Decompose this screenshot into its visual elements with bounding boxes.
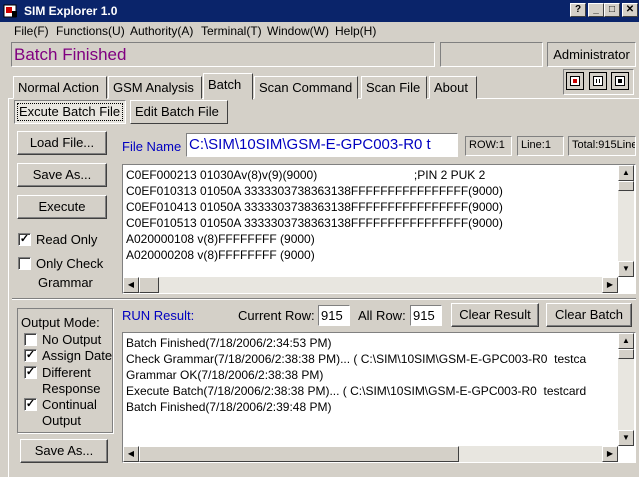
status-user: Administrator xyxy=(547,42,636,67)
tab-scan-file[interactable]: Scan File xyxy=(361,76,427,99)
no-output-label: No Output xyxy=(42,332,102,347)
current-row-field: 915 xyxy=(318,305,350,326)
run-result-label: RUN Result: xyxy=(122,308,195,323)
scroll-down-arrow-icon[interactable]: ▼ xyxy=(618,430,634,446)
menu-bar: File(F) Functions(U) Authority(A) Termin… xyxy=(0,22,639,41)
row-indicator: ROW:1 xyxy=(465,136,512,156)
script-vertical-scrollbar[interactable]: ▲ ▼ xyxy=(618,165,634,277)
minimize-button[interactable]: _ xyxy=(588,3,604,17)
window-title: SIM Explorer 1.0 xyxy=(24,4,118,18)
result-line: Batch Finished(7/18/2006/2:34:53 PM) xyxy=(126,336,332,350)
assign-date-label: Assign Date xyxy=(42,348,113,363)
script-horizontal-scrollbar[interactable]: ◀ ▶ xyxy=(123,277,618,293)
tab-batch[interactable]: Batch xyxy=(203,73,253,100)
subtab-edit-batch-file[interactable]: Edit Batch File xyxy=(130,100,228,124)
save-as-button[interactable]: Save As... xyxy=(17,163,107,187)
assign-date-checkbox[interactable]: ✓ xyxy=(24,349,37,362)
line-indicator: Line:1 xyxy=(517,136,564,156)
menu-terminal[interactable]: Terminal(T) xyxy=(201,24,262,38)
script-line: C0EF010413 01050A 3333303738363138FFFFFF… xyxy=(126,200,503,214)
script-line: C0EF010313 01050A 3333303738363138FFFFFF… xyxy=(126,184,503,198)
only-check-label: Only Check xyxy=(36,256,104,271)
continual-label: Continual xyxy=(42,397,97,412)
scroll-right-arrow-icon[interactable]: ▶ xyxy=(602,277,618,293)
clear-batch-button[interactable]: Clear Batch xyxy=(546,303,632,327)
scroll-thumb[interactable] xyxy=(139,446,459,462)
scroll-thumb[interactable] xyxy=(618,349,634,359)
scroll-left-arrow-icon[interactable]: ◀ xyxy=(123,446,139,462)
title-bar: SIM Explorer 1.0 ? _ □ ✕ xyxy=(0,0,639,22)
only-check-grammar-checkbox[interactable] xyxy=(18,257,31,270)
output-label: Output xyxy=(42,413,82,428)
no-output-checkbox[interactable] xyxy=(24,333,37,346)
different-response-checkbox[interactable]: ✓ xyxy=(24,366,37,379)
menu-file[interactable]: File(F) xyxy=(14,24,49,38)
scroll-left-arrow-icon[interactable]: ◀ xyxy=(123,277,139,293)
response-label: Response xyxy=(42,381,101,396)
scroll-right-arrow-icon[interactable]: ▶ xyxy=(602,446,618,462)
all-row-field: 915 xyxy=(410,305,442,326)
status-message: Batch Finished xyxy=(11,42,435,67)
section-divider xyxy=(12,298,636,300)
scroll-up-arrow-icon[interactable]: ▲ xyxy=(618,333,634,349)
output-mode-label: Output Mode: xyxy=(21,315,100,330)
different-label: Different xyxy=(42,365,91,380)
pause-icon[interactable] xyxy=(589,72,607,90)
run-result-log[interactable]: Batch Finished(7/18/2006/2:34:53 PM) Che… xyxy=(122,332,636,463)
tab-normal-action[interactable]: Normal Action xyxy=(13,76,107,99)
record-icon[interactable] xyxy=(566,72,584,90)
file-name-label: File Name xyxy=(122,139,182,154)
status-panel xyxy=(440,42,543,67)
read-only-label: Read Only xyxy=(36,232,98,247)
tab-scan-command[interactable]: Scan Command xyxy=(254,76,358,99)
script-line: A020000108 v(8)FFFFFFFF (9000) xyxy=(126,232,315,246)
continual-output-checkbox[interactable]: ✓ xyxy=(24,398,37,411)
script-line: A020000208 v(8)FFFFFFFF (9000) xyxy=(126,248,315,262)
script-line: C0EF010513 01050A 3333303738363138FFFFFF… xyxy=(126,216,503,230)
result-vertical-scrollbar[interactable]: ▲ ▼ xyxy=(618,333,634,446)
tab-about[interactable]: About xyxy=(429,76,477,99)
subtab-execute-batch-file[interactable]: Excute Batch File xyxy=(14,100,126,124)
result-line: Batch Finished(7/18/2006/2:39:48 PM) xyxy=(126,400,332,414)
result-line: Execute Batch(7/18/2006/2:38:38 PM)... (… xyxy=(126,384,587,398)
grammar-label: Grammar xyxy=(38,275,93,290)
all-row-label: All Row: xyxy=(358,308,406,323)
scroll-up-arrow-icon[interactable]: ▲ xyxy=(618,165,634,181)
output-save-as-button[interactable]: Save As... xyxy=(20,439,108,463)
tab-gsm-analysis[interactable]: GSM Analysis xyxy=(108,76,202,99)
maximize-button[interactable]: □ xyxy=(604,3,620,17)
execute-button[interactable]: Execute xyxy=(17,195,107,219)
sim-explorer-app-icon xyxy=(3,4,17,18)
help-button[interactable]: ? xyxy=(570,3,586,17)
script-line: C0EF000213 01030Av(8)v(9)(9000) ;PIN 2 P… xyxy=(126,168,486,182)
menu-help[interactable]: Help(H) xyxy=(335,24,376,38)
menu-functions[interactable]: Functions(U) xyxy=(56,24,125,38)
result-line: Grammar OK(7/18/2006/2:38:38 PM) xyxy=(126,368,324,382)
current-row-label: Current Row: xyxy=(238,308,315,323)
scroll-thumb[interactable] xyxy=(139,277,159,293)
scroll-thumb[interactable] xyxy=(618,181,634,191)
result-line: Check Grammar(7/18/2006/2:38:38 PM)... (… xyxy=(126,352,587,366)
close-button[interactable]: ✕ xyxy=(622,3,638,17)
scroll-down-arrow-icon[interactable]: ▼ xyxy=(618,261,634,277)
clear-result-button[interactable]: Clear Result xyxy=(451,303,539,327)
batch-script-editor[interactable]: C0EF000213 01030Av(8)v(9)(9000) ;PIN 2 P… xyxy=(122,164,636,294)
menu-authority[interactable]: Authority(A) xyxy=(130,24,193,38)
load-file-button[interactable]: Load File... xyxy=(17,131,107,155)
menu-window[interactable]: Window(W) xyxy=(267,24,329,38)
file-name-field[interactable]: C:\SIM\10SIM\GSM-E-GPC003-R0 t xyxy=(186,133,458,157)
result-horizontal-scrollbar[interactable]: ◀ ▶ xyxy=(123,446,618,462)
stop-icon[interactable] xyxy=(611,72,629,90)
total-indicator: Total:915Line xyxy=(568,136,636,156)
read-only-checkbox[interactable]: ✓ xyxy=(18,233,31,246)
